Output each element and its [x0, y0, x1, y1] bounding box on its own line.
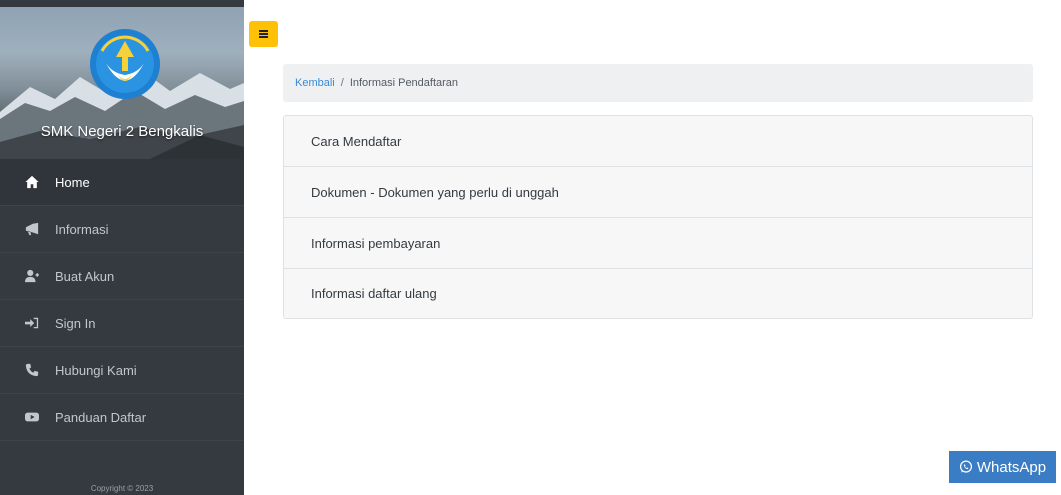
- sidebar-item-sign-in[interactable]: Sign In: [0, 300, 244, 347]
- sidebar-item-label: Panduan Daftar: [55, 409, 147, 425]
- breadcrumb: Kembali / Informasi Pendaftaran: [283, 64, 1033, 102]
- sidebar-toggle-button[interactable]: [249, 21, 278, 47]
- whatsapp-icon: [959, 460, 972, 473]
- breadcrumb-back-link[interactable]: Kembali: [295, 77, 335, 89]
- accordion-item-pembayaran[interactable]: Informasi pembayaran: [283, 217, 1033, 268]
- sidebar-item-buat-akun[interactable]: Buat Akun: [0, 253, 244, 300]
- phone-icon: [25, 363, 39, 377]
- sidebar: SMK Negeri 2 Bengkalis Home Informasi Bu…: [0, 0, 244, 495]
- sign-in-icon: [25, 316, 39, 330]
- sidebar-item-label: Informasi: [55, 221, 109, 237]
- info-accordion: Cara Mendaftar Dokumen - Dokumen yang pe…: [283, 115, 1033, 319]
- hamburger-icon: [259, 30, 268, 38]
- sidebar-item-label: Home: [55, 174, 90, 190]
- copyright-text: Copyright © 2023: [90, 484, 154, 493]
- breadcrumb-separator: /: [340, 77, 344, 89]
- accordion-item-dokumen[interactable]: Dokumen - Dokumen yang perlu di unggah: [283, 166, 1033, 217]
- sidebar-item-home[interactable]: Home: [0, 159, 244, 206]
- sidebar-item-label: Buat Akun: [55, 268, 115, 284]
- youtube-icon: [25, 410, 39, 424]
- megaphone-icon: [25, 222, 39, 236]
- accordion-item-daftar-ulang[interactable]: Informasi daftar ulang: [283, 268, 1033, 319]
- school-name: SMK Negeri 2 Bengkalis: [40, 123, 204, 140]
- whatsapp-button[interactable]: WhatsApp: [949, 451, 1056, 483]
- sidebar-item-label: Hubungi Kami: [55, 362, 137, 378]
- tut-wuri-handayani-logo: [90, 29, 160, 99]
- breadcrumb-current: Informasi Pendaftaran: [349, 77, 459, 89]
- sidebar-item-label: Sign In: [55, 315, 96, 331]
- whatsapp-label: WhatsApp: [976, 458, 1047, 476]
- accordion-item-cara-mendaftar[interactable]: Cara Mendaftar: [283, 115, 1033, 166]
- user-plus-icon: [25, 269, 39, 283]
- sidebar-item-informasi[interactable]: Informasi: [0, 206, 244, 253]
- sidebar-item-panduan-daftar[interactable]: Panduan Daftar: [0, 394, 244, 441]
- sidebar-banner: SMK Negeri 2 Bengkalis: [0, 7, 244, 159]
- sidebar-nav: Home Informasi Buat Akun Sign In Hubungi…: [0, 159, 244, 441]
- sidebar-item-hubungi-kami[interactable]: Hubungi Kami: [0, 347, 244, 394]
- home-icon: [25, 175, 39, 189]
